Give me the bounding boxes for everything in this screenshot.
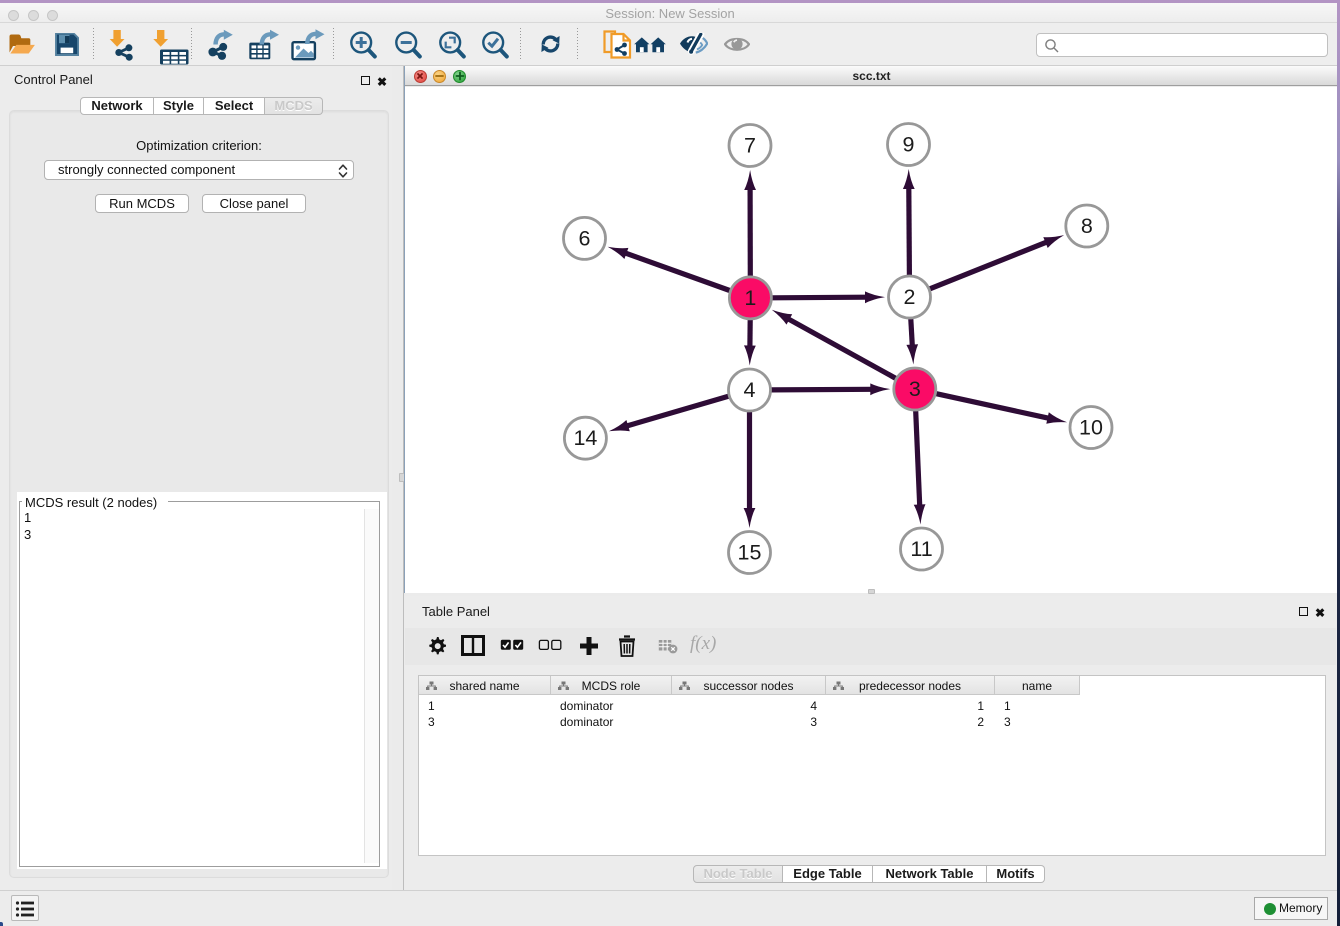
svg-text:4: 4	[744, 378, 756, 402]
svg-text:11: 11	[910, 537, 932, 561]
svg-text:2: 2	[904, 285, 916, 309]
svg-text:1: 1	[744, 286, 756, 310]
svg-text:14: 14	[573, 426, 597, 450]
svg-text:7: 7	[744, 134, 756, 158]
svg-text:15: 15	[738, 541, 762, 565]
svg-text:9: 9	[903, 133, 915, 157]
svg-text:8: 8	[1081, 214, 1093, 238]
svg-text:6: 6	[579, 226, 591, 250]
svg-text:3: 3	[909, 377, 921, 401]
svg-text:10: 10	[1079, 416, 1103, 440]
